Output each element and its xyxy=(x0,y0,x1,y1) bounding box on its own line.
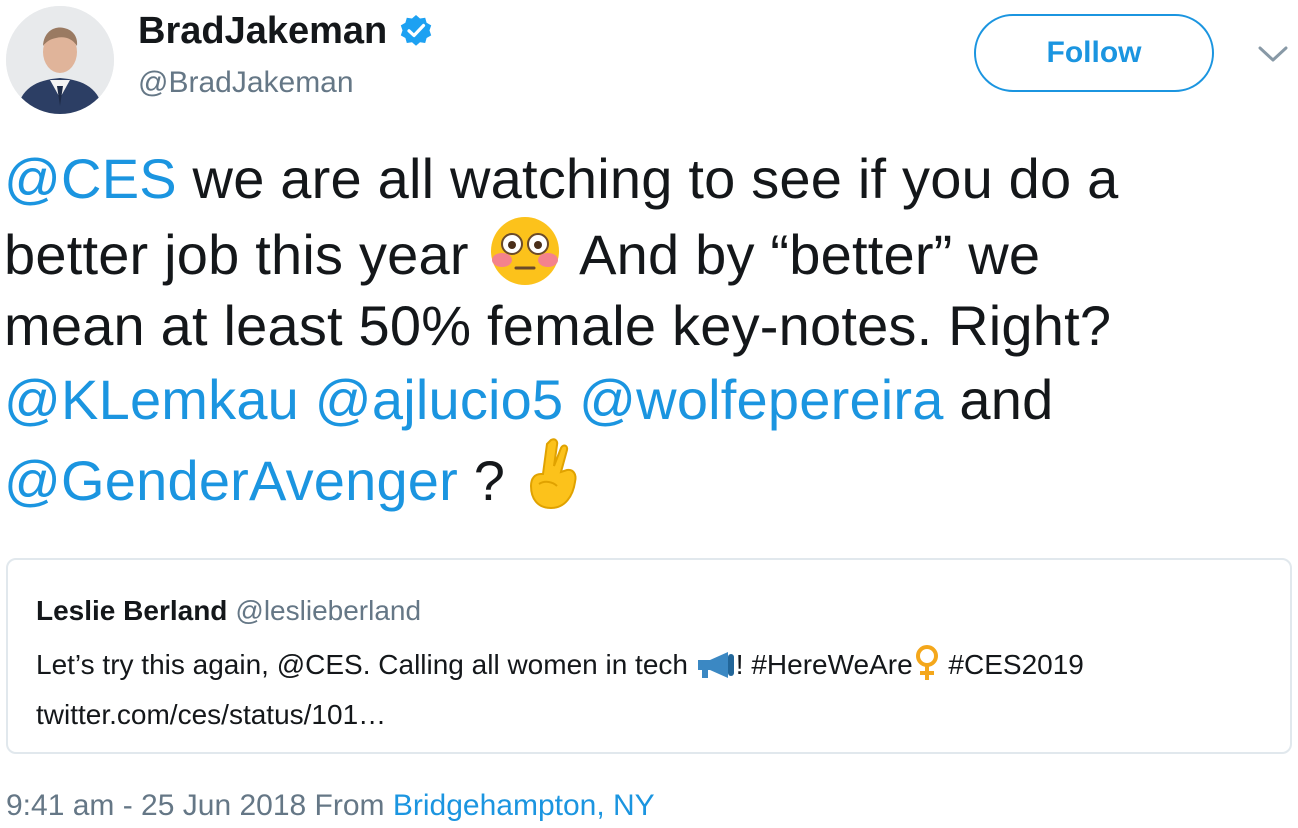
tweet-line-1: @CES we are all watching to see if you d… xyxy=(4,142,1294,216)
avatar[interactable] xyxy=(6,6,114,114)
tweet-text-segment: ? xyxy=(458,449,521,512)
author-name-row[interactable]: BradJakeman xyxy=(138,8,433,54)
author-handle[interactable]: @BradJakeman xyxy=(138,64,354,102)
quoted-text-segment: #CES2019 xyxy=(940,649,1084,680)
crossed-fingers-emoji xyxy=(521,436,585,530)
follow-button[interactable]: Follow xyxy=(974,14,1214,92)
female-sign-emoji xyxy=(913,644,941,694)
quoted-author-handle: @leslieberland xyxy=(235,595,422,626)
tweet-line-5: @GenderAvenger ? xyxy=(4,436,1294,512)
quoted-text-segment: Let’s try this again, @CES. Calling all … xyxy=(36,649,696,680)
tweet-line-3: mean at least 50% female key-notes. Righ… xyxy=(4,294,1112,357)
tweet-timestamp: 9:41 am - 25 Jun 2018 From Bridgehampton… xyxy=(6,784,655,828)
mention-ajlucio5[interactable]: @ajlucio5 xyxy=(315,368,564,431)
verified-badge-icon xyxy=(399,14,433,48)
timestamp-text: 9:41 am - 25 Jun 2018 From xyxy=(6,789,393,822)
quoted-tweet-text: Let’s try this again, @CES. Calling all … xyxy=(36,644,1084,736)
mention-ces[interactable]: @CES xyxy=(4,147,177,210)
quoted-tweet-link[interactable]: twitter.com/ces/status/101… xyxy=(36,699,386,730)
tweet-text-segment: we are all watching to see if you do a xyxy=(176,147,1119,210)
quoted-tweet-card[interactable]: Leslie Berland @leslieberland Let’s try t… xyxy=(6,558,1292,754)
tweet-text-segment: better job this year xyxy=(4,222,485,286)
quoted-tweet-header: Leslie Berland @leslieberland xyxy=(36,594,421,628)
mention-wolfepereira[interactable]: @wolfepereira xyxy=(579,368,944,431)
chevron-down-icon[interactable] xyxy=(1256,42,1290,66)
mention-genderavenger[interactable]: @GenderAvenger xyxy=(4,449,458,512)
location-link[interactable]: Bridgehampton, NY xyxy=(393,789,655,822)
mention-klemkau[interactable]: @KLemkau xyxy=(4,368,299,431)
tweet-text: @CES we are all watching to see if you d… xyxy=(4,142,1294,512)
tweet-text-segment: and xyxy=(943,367,1054,431)
tweet-line-2: better job this year And by “better” we xyxy=(4,216,1294,290)
quoted-author-name: Leslie Berland xyxy=(36,595,228,626)
avatar-photo xyxy=(6,6,114,114)
author-display-name[interactable]: BradJakeman xyxy=(138,8,387,54)
tweet-line-4: @KLemkau @ajlucio5 @wolfepereira and xyxy=(4,363,1294,437)
tweet-text-segment: And by “better” we xyxy=(566,222,1041,286)
megaphone-emoji xyxy=(696,650,736,692)
quoted-text-segment: ! #HereWeAre xyxy=(735,649,913,680)
